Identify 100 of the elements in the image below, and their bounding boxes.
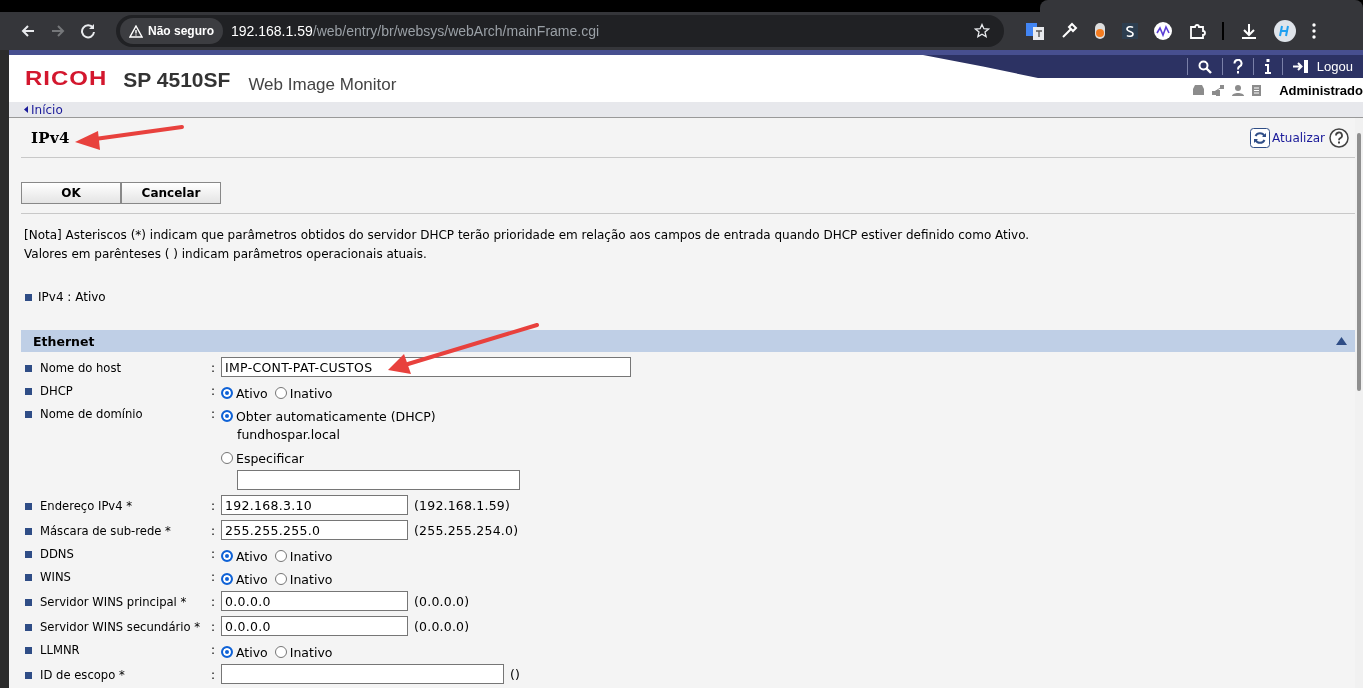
document-icon — [1252, 84, 1262, 96]
input-field[interactable]: 255.255.255.0 — [221, 520, 408, 540]
input-field[interactable] — [221, 664, 504, 684]
scrollbar-thumb[interactable] — [1357, 133, 1361, 391]
star-icon[interactable] — [974, 23, 990, 39]
colon-text: : — [211, 406, 217, 423]
field-label: DHCP — [40, 384, 73, 398]
ok-button[interactable]: OK — [21, 182, 121, 204]
option-label: Ativo — [236, 644, 268, 660]
bullet-icon — [25, 671, 32, 679]
refresh-icon — [1250, 127, 1271, 148]
current-value: (0.0.0.0) — [414, 618, 470, 634]
collapse-icon[interactable] — [1336, 337, 1347, 345]
option-label: Inativo — [289, 571, 333, 587]
option-label: Inativo — [289, 644, 333, 660]
input-field[interactable]: 0.0.0.0 — [221, 591, 408, 611]
avatar-icon[interactable] — [1274, 20, 1296, 42]
toggle-icon[interactable] — [1094, 22, 1106, 40]
option-label: Ativo — [236, 571, 268, 587]
radio-button[interactable] — [221, 410, 233, 422]
help-icon[interactable] — [1329, 127, 1349, 148]
cancel-button[interactable]: Cancelar — [121, 182, 221, 204]
field-label: Servidor WINS secundário * — [40, 620, 201, 634]
forward-icon[interactable] — [50, 23, 66, 39]
bullet-icon — [25, 527, 32, 535]
back-icon[interactable] — [20, 23, 36, 39]
wave-icon[interactable] — [1154, 22, 1172, 40]
field-label: Servidor WINS principal * — [40, 595, 187, 609]
colon-text: : — [211, 523, 217, 540]
logout-icon — [1292, 60, 1309, 73]
search-icon[interactable] — [1197, 59, 1212, 74]
current-value: (0.0.0.0) — [414, 593, 470, 609]
input-field[interactable]: IMP-CONT-PAT-CUSTOS — [221, 357, 631, 377]
download-icon[interactable] — [1240, 22, 1258, 40]
colon-text: : — [211, 619, 217, 636]
radio-button[interactable] — [221, 646, 233, 658]
bullet-icon — [25, 646, 32, 654]
reload-icon[interactable] — [80, 23, 96, 39]
field-label: Máscara de sub-rede * — [40, 524, 171, 538]
s-letter-icon[interactable] — [1122, 23, 1138, 39]
radio-button[interactable] — [221, 573, 233, 585]
caret-left-icon — [24, 106, 28, 113]
current-value: (255.255.254.0) — [414, 522, 519, 538]
translate-icon[interactable] — [1026, 22, 1044, 40]
product-name: Web Image Monitor — [248, 76, 397, 93]
refresh-link[interactable]: Atualizar — [1250, 127, 1325, 148]
input-field[interactable] — [237, 470, 520, 490]
current-value: () — [510, 666, 521, 682]
option-label: Obter automaticamente (DHCP) — [236, 408, 436, 424]
colon-text: : — [211, 498, 217, 515]
input-field[interactable]: 0.0.0.0 — [221, 616, 408, 636]
option-label: Inativo — [289, 548, 333, 564]
colon-text: : — [211, 667, 217, 684]
colon-text: : — [211, 383, 217, 400]
bullet-icon — [25, 550, 32, 558]
radio-button[interactable] — [221, 387, 233, 399]
option-label: Inativo — [289, 385, 333, 401]
eyedropper-icon[interactable] — [1060, 22, 1078, 40]
domain-value: fundhospar.local — [237, 427, 340, 444]
radio-button[interactable] — [274, 573, 287, 585]
input-field[interactable]: 192.168.3.10 — [221, 495, 408, 515]
bullet-icon — [25, 364, 32, 372]
field-label: Endereço IPv4 * — [40, 499, 133, 513]
field-label: WINS — [40, 570, 71, 584]
model-name: SP 4510SF — [123, 69, 231, 90]
user-icon — [1232, 84, 1245, 96]
current-value: (192.168.1.59) — [414, 497, 511, 513]
option-label: Ativo — [236, 385, 268, 401]
bullet-icon — [25, 502, 32, 510]
radio-button[interactable] — [221, 550, 233, 562]
brand-logo: RICOH — [25, 67, 108, 89]
radio-button[interactable] — [274, 646, 287, 658]
network-icon — [1212, 84, 1225, 96]
note-text: Valores em parênteses ( ) indicam parâmetros operacionais atuais. — [24, 246, 428, 263]
bullet-icon — [25, 293, 32, 301]
bullet-icon — [25, 573, 32, 581]
bullet-icon — [25, 387, 32, 395]
user-name: Administrado — [1279, 82, 1363, 98]
bullet-icon — [25, 598, 32, 606]
more-icon[interactable] — [1312, 23, 1316, 39]
field-label: DDNS — [40, 547, 74, 561]
bullet-icon — [25, 623, 32, 631]
info-icon[interactable] — [1263, 59, 1272, 74]
radio-button[interactable] — [274, 387, 287, 399]
puzzle-icon[interactable] — [1188, 22, 1206, 40]
url-text[interactable]: 192.168.1.59/web/entry/br/websys/webArch/mainFrame.cgi — [231, 23, 974, 39]
logout-link[interactable]: Logou — [1281, 58, 1363, 75]
tray-icon — [1193, 85, 1205, 95]
field-label: LLMNR — [40, 643, 80, 657]
colon-text: : — [211, 360, 217, 377]
home-link[interactable]: Início — [24, 102, 63, 117]
colon-text: : — [211, 569, 217, 586]
help-icon[interactable] — [1232, 59, 1243, 74]
radio-button[interactable] — [221, 452, 233, 464]
option-label: Ativo — [236, 548, 268, 564]
page-title: IPv4 — [31, 128, 70, 147]
radio-button[interactable] — [274, 550, 287, 562]
security-chip[interactable]: Não seguro — [120, 18, 223, 44]
section-header[interactable]: Ethernet — [21, 330, 1355, 352]
colon-text: : — [211, 594, 217, 611]
